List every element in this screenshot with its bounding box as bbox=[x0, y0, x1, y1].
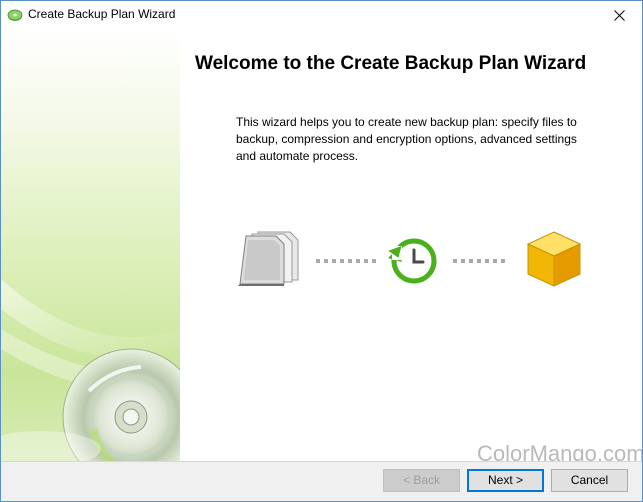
next-button[interactable]: Next > bbox=[467, 469, 544, 492]
wizard-window: Create Backup Plan Wizard Welcome to the… bbox=[0, 0, 643, 502]
cd-disc-icon bbox=[1, 279, 180, 461]
documents-icon bbox=[238, 231, 299, 286]
wizard-content: Welcome to the Create Backup Plan Wizard… bbox=[180, 29, 642, 461]
cd-backup-icon bbox=[7, 7, 23, 23]
close-icon bbox=[613, 9, 625, 21]
cancel-button[interactable]: Cancel bbox=[551, 469, 628, 492]
close-button[interactable] bbox=[596, 1, 642, 29]
box-icon bbox=[526, 231, 582, 287]
button-bar: < Back Next > Cancel bbox=[1, 462, 642, 501]
clock-arrow-icon bbox=[388, 238, 437, 284]
page-title: Welcome to the Create Backup Plan Wizard bbox=[195, 53, 587, 74]
backup-flow-illustration bbox=[180, 224, 642, 294]
back-button[interactable]: < Back bbox=[383, 469, 460, 492]
window-title: Create Backup Plan Wizard bbox=[28, 7, 176, 21]
wizard-side-banner bbox=[1, 29, 180, 461]
title-bar[interactable]: Create Backup Plan Wizard bbox=[1, 1, 642, 29]
wizard-description: This wizard helps you to create new back… bbox=[236, 115, 577, 163]
